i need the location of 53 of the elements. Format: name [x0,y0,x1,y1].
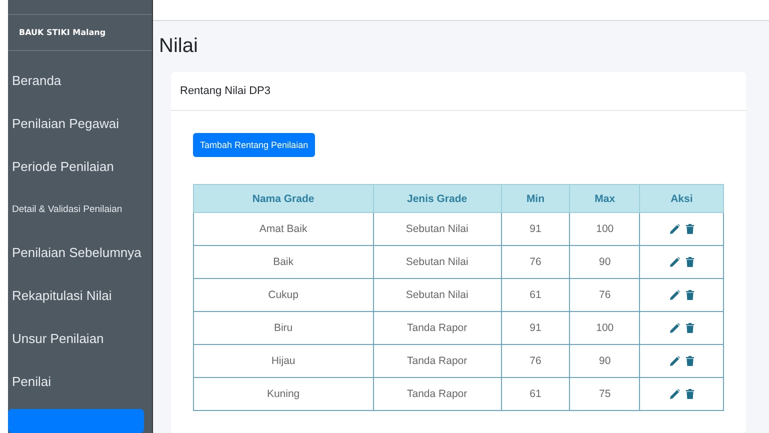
table-cell: Baik [194,246,374,278]
column-header: Nama Grade [194,184,374,212]
table-cell: Sebutan Nilai [373,246,502,278]
sidebar-item[interactable]: Rekapitulasi Nilai [8,274,152,317]
sidebar-item[interactable]: Penilai [8,360,152,403]
card-title: Rentang Nilai DP3 [180,85,270,97]
table-cell: 91 [501,312,570,344]
table-cell: 75 [570,378,640,410]
sidebar-item[interactable]: Penilaian Sebelumnya [8,231,152,274]
table-cell: Amat Baik [194,212,374,246]
pencil-icon[interactable] [670,257,680,267]
table-cell: Tanda Rapor [373,344,502,378]
table-cell: Sebutan Nilai [373,278,502,312]
trash-icon[interactable] [686,323,694,333]
table-cell: Tanda Rapor [373,312,502,344]
pencil-icon[interactable] [670,290,680,300]
column-header: Min [501,184,570,212]
trash-icon[interactable] [686,389,694,399]
add-button[interactable]: Tambah Rentang Penilaian [193,133,316,157]
sidebar-item[interactable]: Detail & Validasi Penilaian [8,188,152,231]
table-cell: Biru [194,312,374,344]
table-cell: 90 [570,344,640,378]
trash-icon[interactable] [686,224,694,234]
table-cell: 76 [501,246,570,278]
sidebar-item[interactable]: Beranda [8,59,152,102]
table-cell: Sebutan Nilai [373,212,502,246]
table-cell: Kuning [194,378,374,410]
brand-name: BAUK STIKI Malang [19,28,106,38]
trash-icon[interactable] [686,257,694,267]
pencil-icon[interactable] [670,389,680,399]
table-cell: Hijau [194,344,374,378]
pencil-icon[interactable] [670,323,680,333]
column-header: Max [570,184,640,212]
table-cell: Tanda Rapor [373,378,502,410]
trash-icon[interactable] [686,290,694,300]
pencil-icon[interactable] [670,356,680,366]
table-cell: 76 [501,344,570,378]
table-cell: 91 [501,212,570,246]
sidebar-item[interactable]: Penilaian Pegawai [8,102,152,145]
table-cell: 100 [570,312,640,344]
table-cell: 100 [570,212,640,246]
column-header: Jenis Grade [373,184,502,212]
column-header: Aksi [640,184,724,212]
table-cell: 61 [501,378,570,410]
sidebar-item[interactable]: Unsur Penilaian [8,317,152,360]
sidebar-item[interactable]: Periode Penilaian [8,145,152,188]
trash-icon[interactable] [686,356,694,366]
table-cell: 76 [570,278,640,312]
pencil-icon[interactable] [670,224,680,234]
page-title: Nilai [158,34,199,57]
table-cell: 90 [570,246,640,278]
table-cell: Cukup [194,278,374,312]
table-cell: 61 [501,278,570,312]
